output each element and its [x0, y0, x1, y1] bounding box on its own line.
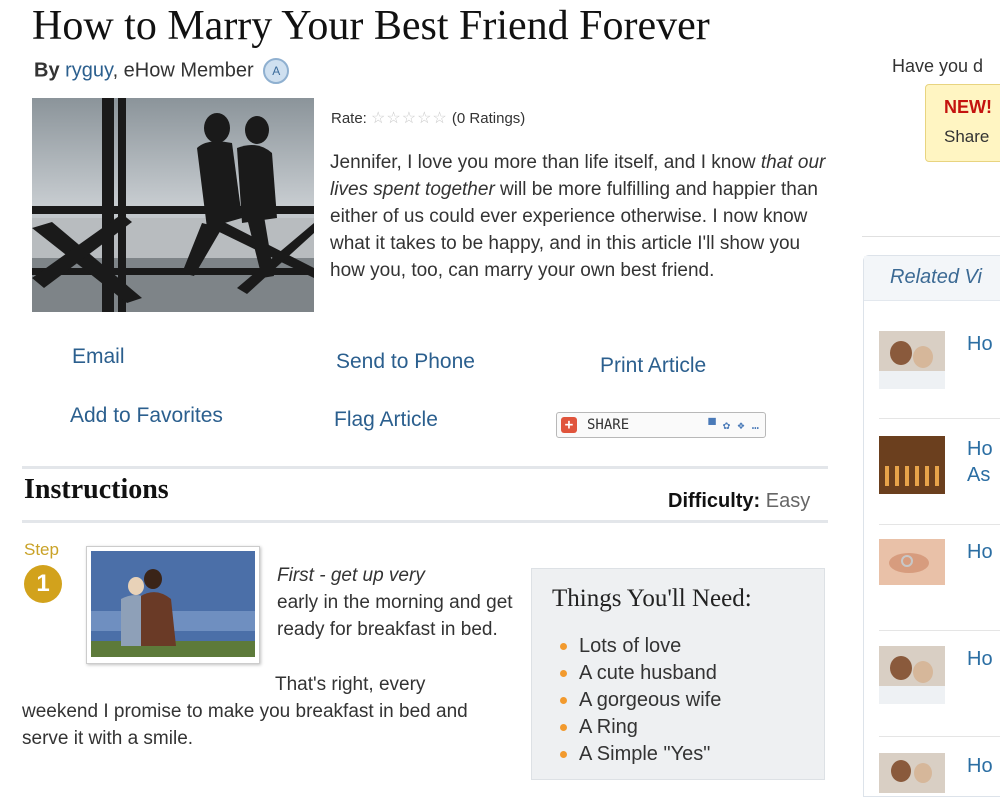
star-outline-icon[interactable]: ☆ [402, 110, 417, 127]
star-outline-icon[interactable]: ☆ [417, 110, 432, 127]
divider [879, 736, 1000, 737]
list-item: A cute husband [560, 660, 721, 687]
ratings-count: (0 Ratings) [451, 110, 526, 127]
related-thumbnail[interactable] [879, 436, 945, 494]
print-article-link[interactable]: Print Article [600, 354, 706, 378]
step-text-a: early in the morning and get ready for b… [277, 592, 513, 640]
add-to-favorites-link[interactable]: Add to Favorites [70, 404, 223, 428]
list-item: Lots of love [560, 633, 721, 660]
article-main-image [32, 98, 314, 312]
list-item: A Ring [560, 714, 721, 741]
related-link[interactable]: Ho [967, 646, 993, 672]
star-outline-icon[interactable]: ☆ [432, 110, 447, 127]
star-outline-icon[interactable]: ☆ [371, 110, 386, 127]
sidebar-prompt: Have you d [892, 56, 984, 76]
related-link-line2[interactable]: As [967, 462, 990, 488]
difficulty-value: Easy [765, 490, 811, 512]
social-icons: ▀ ✿ ❖ … [708, 418, 759, 432]
related-link[interactable]: Ho [967, 753, 993, 779]
related-link[interactable]: Ho [967, 436, 993, 462]
related-thumbnail[interactable] [879, 539, 945, 585]
step-number-badge: 1 [24, 565, 62, 603]
article-title: How to Marry Your Best Friend Forever [32, 3, 710, 49]
instructions-heading: Instructions [24, 474, 169, 505]
share-plus-icon: + [561, 417, 577, 433]
member-badge-icon: A [263, 58, 290, 84]
new-feature-box[interactable]: NEW! Share [925, 84, 1000, 162]
things-needed-box: Things You'll Need: Lots of love A cute … [531, 568, 825, 780]
rating-row: Rate: ☆☆☆☆☆ (0 Ratings) [331, 108, 525, 128]
step-text-b: That's right, every [275, 674, 426, 695]
share-button[interactable]: + SHARE ▀ ✿ ❖ … [556, 412, 766, 438]
divider [879, 418, 1000, 419]
things-needed-title: Things You'll Need: [552, 585, 752, 612]
byline: By ryguy, eHow Member A [34, 58, 290, 84]
divider [22, 520, 828, 523]
difficulty-label: Difficulty: [668, 490, 761, 512]
star-outline-icon[interactable]: ☆ [386, 110, 401, 127]
related-thumbnail[interactable] [879, 753, 945, 793]
difficulty: Difficulty: Easy [668, 490, 810, 513]
things-needed-list: Lots of love A cute husband A gorgeous w… [560, 633, 721, 768]
divider [879, 630, 1000, 631]
article-intro: Jennifer, I love you more than life itse… [330, 149, 835, 284]
list-item: A gorgeous wife [560, 687, 721, 714]
rate-label: Rate: [331, 110, 367, 127]
divider [22, 466, 828, 469]
divider [879, 524, 1000, 525]
by-label: By [34, 59, 60, 82]
sidebar-divider [862, 236, 1000, 237]
list-item: A Simple "Yes" [560, 741, 721, 768]
author-role: , eHow Member [112, 59, 254, 82]
step-text-c: weekend I promise to make you breakfast … [22, 701, 468, 749]
new-share-text: Share [944, 127, 990, 146]
send-to-phone-link[interactable]: Send to Phone [336, 350, 475, 374]
email-link[interactable]: Email [72, 345, 125, 369]
related-thumbnail[interactable] [879, 331, 945, 389]
related-thumbnail[interactable] [879, 646, 945, 704]
related-videos-title: Related Vi [890, 266, 982, 288]
step-text-bottom: That's right, every weekend I promise to … [22, 671, 502, 752]
related-videos-panel: Related Vi Ho Ho As Ho Ho Ho [863, 255, 1000, 797]
intro-part-1: Jennifer, I love you more than life itse… [330, 152, 761, 173]
related-link[interactable]: Ho [967, 331, 993, 357]
author-link[interactable]: ryguy [65, 59, 112, 81]
flag-article-link[interactable]: Flag Article [334, 408, 438, 432]
step-text-top: First - get up very early in the morning … [277, 562, 517, 643]
step-text-italic: First - get up very [277, 565, 425, 586]
related-link[interactable]: Ho [967, 539, 993, 565]
step-image [91, 551, 255, 657]
related-videos-header: Related Vi [864, 256, 1000, 301]
step-label: Step [24, 540, 59, 559]
new-label: NEW! [944, 97, 992, 117]
share-label: SHARE [587, 417, 630, 433]
step-image-frame [86, 546, 260, 664]
